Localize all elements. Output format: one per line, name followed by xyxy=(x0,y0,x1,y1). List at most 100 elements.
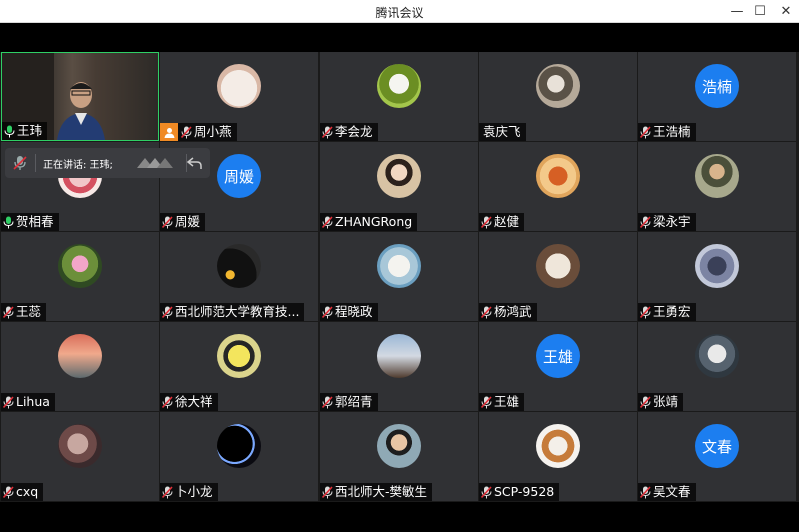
participant-tile[interactable]: 西北师大-樊敏生 xyxy=(320,412,478,501)
participant-tile[interactable]: 张靖 xyxy=(638,322,796,411)
avatar xyxy=(217,64,261,108)
participant-tile[interactable]: 杨鸿武 xyxy=(479,232,637,321)
participant-tile[interactable]: 赵健 xyxy=(479,142,637,231)
collapse-arrow-icon[interactable] xyxy=(186,154,204,172)
avatar xyxy=(58,244,102,288)
avatar xyxy=(536,64,580,108)
participant-tile[interactable]: SCP-9528 xyxy=(479,412,637,501)
participant-name: 西北师范大学教育技... xyxy=(175,304,300,319)
avatar xyxy=(58,424,102,468)
nameplate: ZHANGRong xyxy=(320,213,418,231)
mic-muted-icon xyxy=(481,485,494,499)
close-button[interactable]: ✕ xyxy=(771,0,799,23)
participant-tile[interactable]: 袁庆飞 xyxy=(479,52,637,141)
mic-muted-icon xyxy=(322,305,335,319)
participant-name: 张靖 xyxy=(653,394,679,409)
mic-muted-icon xyxy=(162,305,175,319)
nameplate: 郭绍青 xyxy=(320,393,378,411)
muted-mic-icon[interactable] xyxy=(5,148,35,178)
participant-tile[interactable]: 王勇宏 xyxy=(638,232,796,321)
participant-tile[interactable]: Lihua xyxy=(1,322,159,411)
participant-tile[interactable]: 周小燕 xyxy=(160,52,318,141)
mic-muted-icon xyxy=(481,215,494,229)
participant-name: 徐大祥 xyxy=(175,394,213,409)
speaking-indicator: 正在讲话: 王玮; xyxy=(5,148,210,178)
avatar xyxy=(536,424,580,468)
nameplate: 王勇宏 xyxy=(638,303,696,321)
participant-name: 程晓政 xyxy=(335,304,373,319)
participant-tile[interactable]: 王玮 xyxy=(1,52,159,141)
nameplate: cxq xyxy=(1,483,44,501)
mic-muted-icon xyxy=(640,215,653,229)
nameplate: 杨鸿武 xyxy=(479,303,537,321)
participant-name: 王玮 xyxy=(17,123,43,138)
participant-name: 卜小龙 xyxy=(175,484,213,499)
mic-muted-icon xyxy=(322,215,335,229)
avatar xyxy=(695,244,739,288)
participant-name: 王浩楠 xyxy=(653,124,691,139)
mic-icon xyxy=(3,216,16,229)
participant-tile[interactable]: 程晓政 xyxy=(320,232,478,321)
nameplate: 张靖 xyxy=(638,393,684,411)
mic-muted-icon xyxy=(3,395,16,409)
participant-name: 贺相春 xyxy=(16,214,54,229)
participant-tile[interactable]: 郭绍青 xyxy=(320,322,478,411)
participant-tile[interactable]: ZHANGRong xyxy=(320,142,478,231)
nameplate: 徐大祥 xyxy=(160,393,218,411)
mic-muted-icon xyxy=(640,485,653,499)
nameplate: 贺相春 xyxy=(1,213,59,231)
avatar xyxy=(217,424,261,468)
nameplate: 王玮 xyxy=(2,122,48,140)
avatar: 周媛 xyxy=(217,154,261,198)
participant-name: 李会龙 xyxy=(335,124,373,139)
avatar xyxy=(536,154,580,198)
nameplate: 袁庆飞 xyxy=(479,123,526,141)
window-title: 腾讯会议 xyxy=(375,6,424,20)
participant-tile[interactable]: 王雄 王雄 xyxy=(479,322,637,411)
participant-name: 王雄 xyxy=(494,394,520,409)
participant-tile[interactable]: 梁永宇 xyxy=(638,142,796,231)
participant-name: 杨鸿武 xyxy=(494,304,532,319)
nameplate: 王雄 xyxy=(479,393,525,411)
avatar xyxy=(217,244,261,288)
mic-muted-icon xyxy=(162,485,175,499)
avatar xyxy=(377,424,421,468)
mic-muted-icon xyxy=(322,485,335,499)
participant-tile[interactable]: cxq xyxy=(1,412,159,501)
mic-muted-icon xyxy=(481,305,494,319)
participant-tile[interactable]: 王蕊 xyxy=(1,232,159,321)
mic-muted-icon xyxy=(3,305,16,319)
mic-muted-icon xyxy=(181,125,194,139)
participant-name: 王蕊 xyxy=(16,304,42,319)
nameplate: 程晓政 xyxy=(320,303,378,321)
participant-tile[interactable]: 徐大祥 xyxy=(160,322,318,411)
avatar: 王雄 xyxy=(536,334,580,378)
nameplate: 赵健 xyxy=(479,213,525,231)
participant-name: 西北师大-樊敏生 xyxy=(335,484,428,499)
nameplate: 周小燕 xyxy=(160,123,237,141)
avatar: 文春 xyxy=(695,424,739,468)
avatar xyxy=(217,334,261,378)
mic-muted-icon xyxy=(162,215,175,229)
nameplate: Lihua xyxy=(1,393,55,411)
avatar xyxy=(695,154,739,198)
title-bar: 腾讯会议 — ☐ ✕ xyxy=(0,0,799,23)
mic-muted-icon xyxy=(640,395,653,409)
participant-name: ZHANGRong xyxy=(335,214,413,229)
participant-tile[interactable]: 浩楠王浩楠 xyxy=(638,52,796,141)
participant-tile[interactable]: 西北师范大学教育技... xyxy=(160,232,318,321)
speaking-label: 正在讲话: 王玮; xyxy=(43,159,113,171)
mic-muted-icon xyxy=(322,125,335,139)
divider xyxy=(35,154,36,172)
mic-muted-icon xyxy=(640,305,653,319)
nameplate: 西北师范大学教育技... xyxy=(160,303,305,321)
mic-muted-icon xyxy=(162,395,175,409)
participant-name: 周小燕 xyxy=(194,124,232,139)
nameplate: 卜小龙 xyxy=(160,483,218,501)
participant-tile[interactable]: 卜小龙 xyxy=(160,412,318,501)
participant-tile[interactable]: 文春 吴文春 xyxy=(638,412,796,501)
avatar: 浩楠 xyxy=(695,64,739,108)
host-icon xyxy=(160,123,178,141)
nameplate: 西北师大-樊敏生 xyxy=(320,483,433,501)
participant-tile[interactable]: 李会龙 xyxy=(320,52,478,141)
